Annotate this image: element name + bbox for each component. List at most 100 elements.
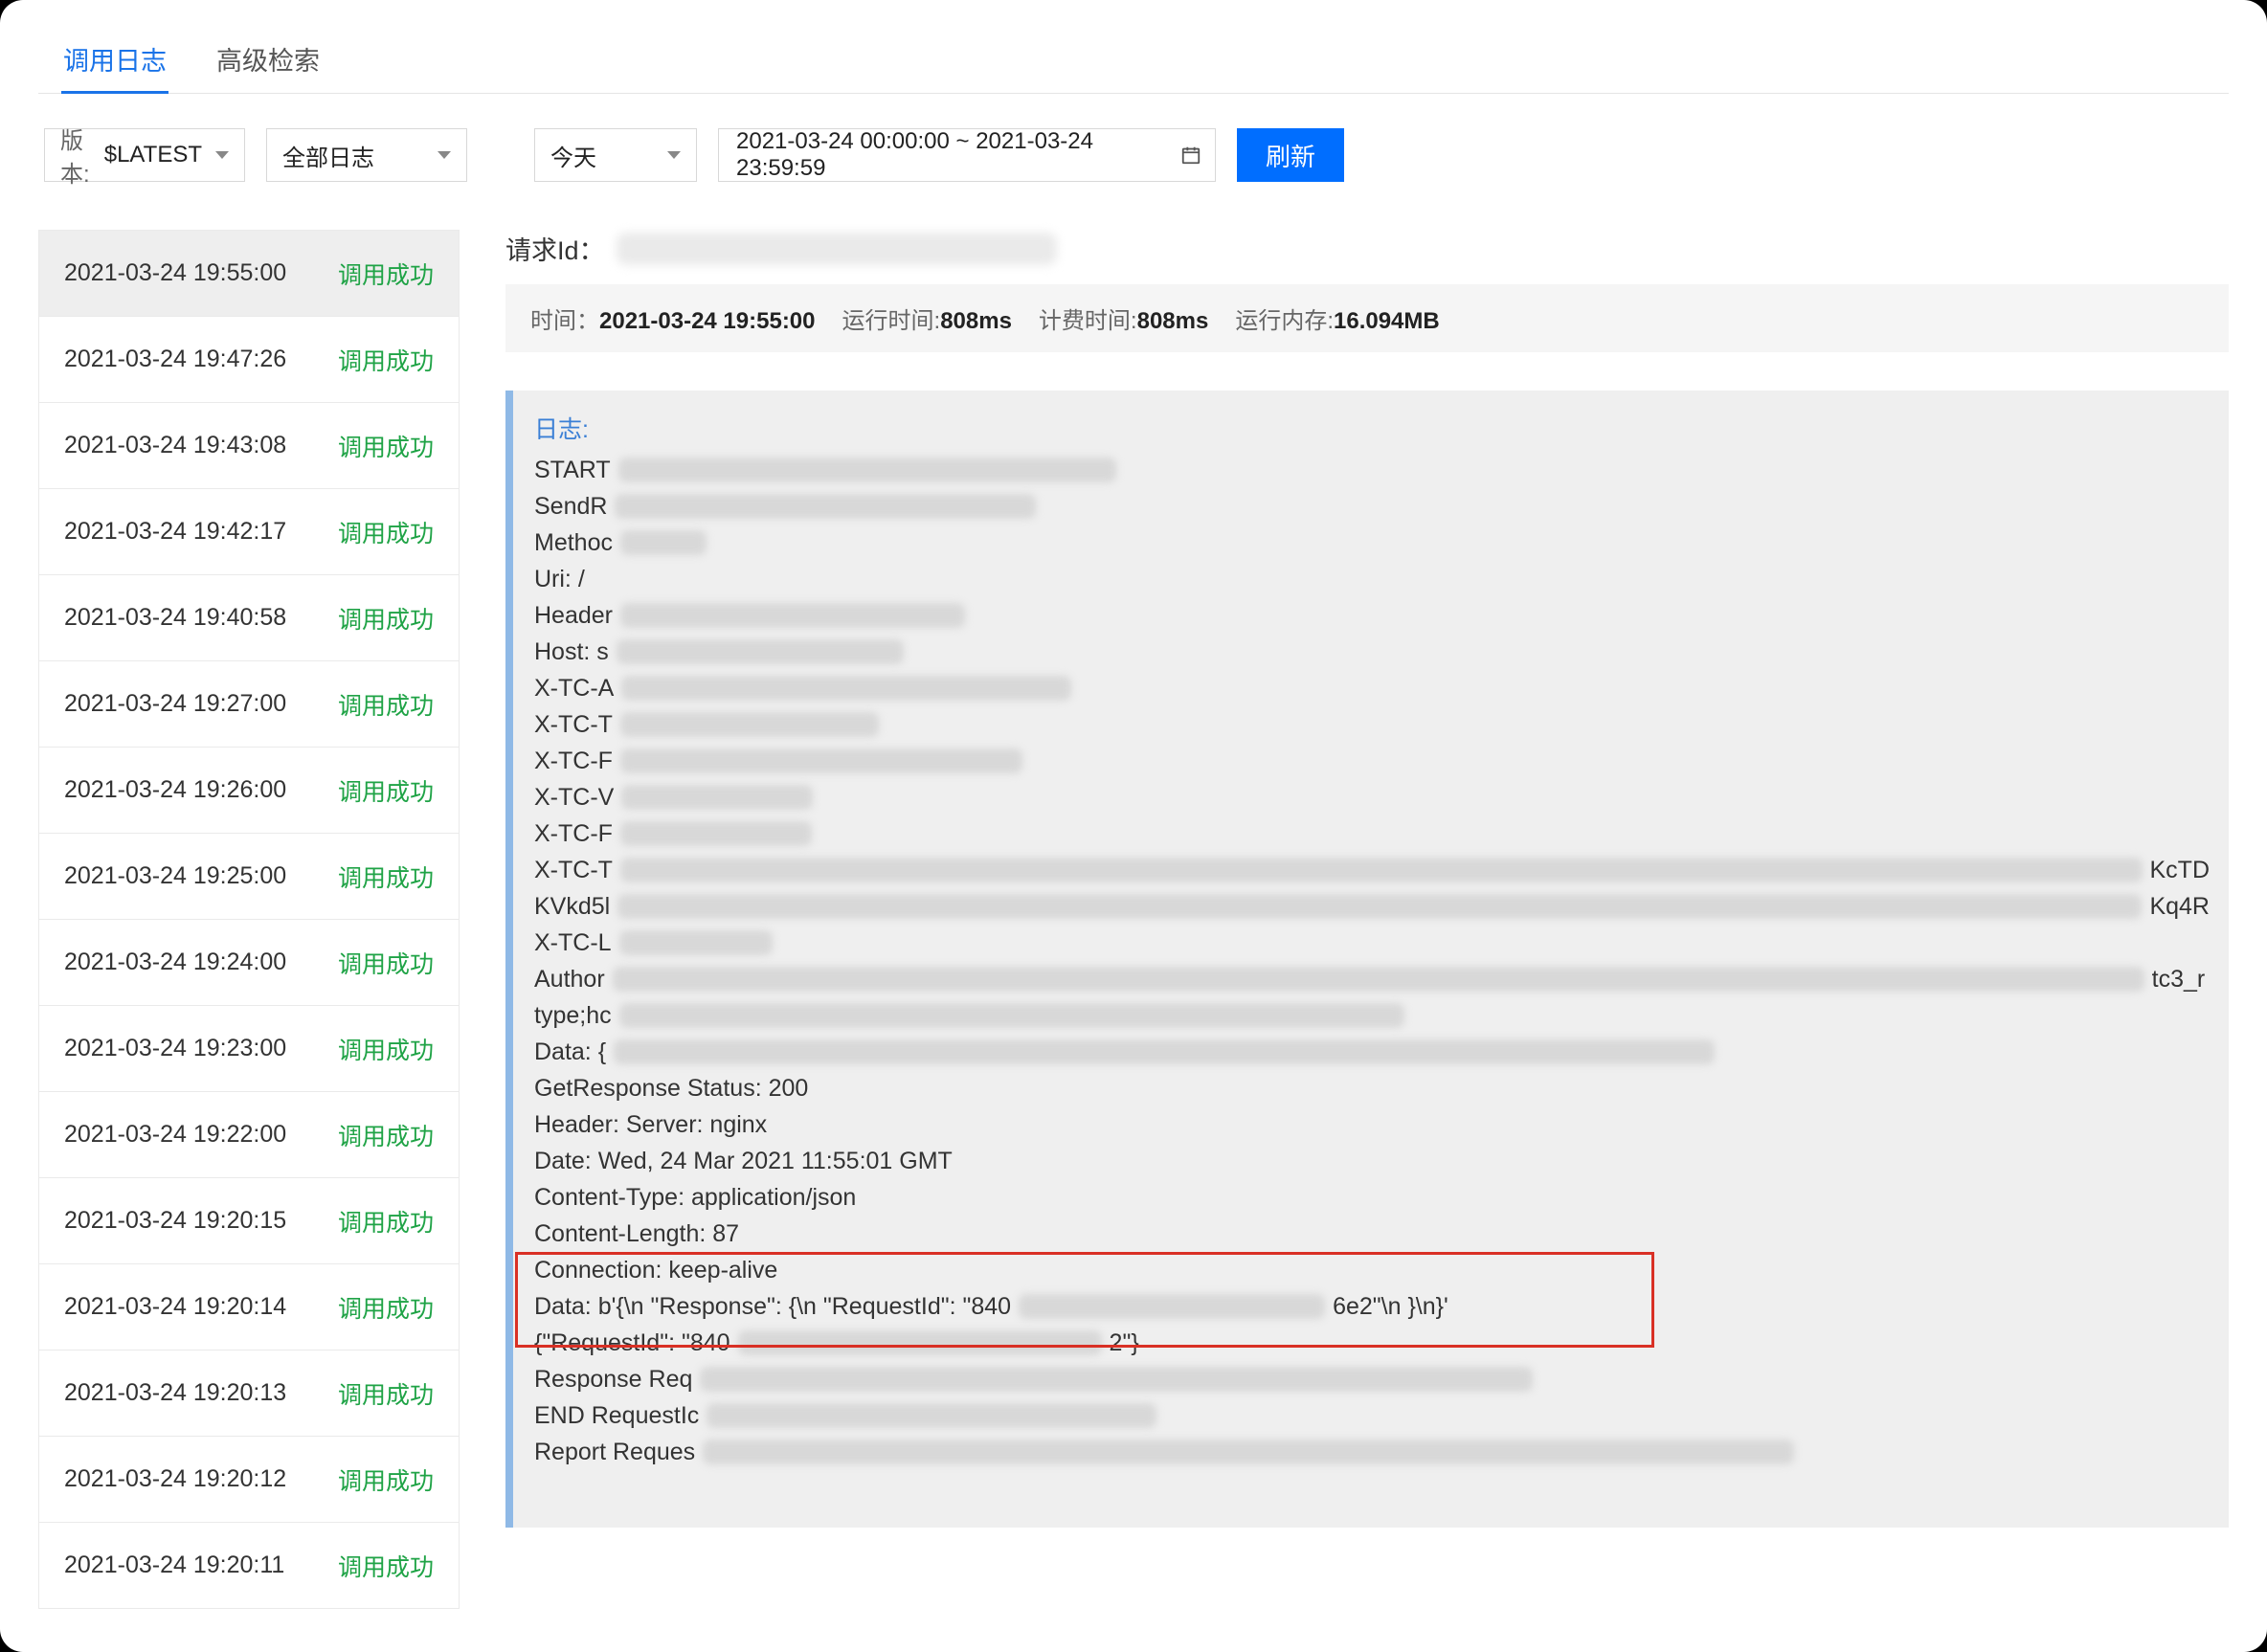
log-item-timestamp: 2021-03-24 19:20:15: [64, 1207, 286, 1235]
log-item-status: 调用成功: [338, 429, 434, 463]
refresh-button[interactable]: 刷新: [1237, 128, 1344, 182]
log-item[interactable]: 2021-03-24 19:20:15调用成功: [39, 1177, 459, 1263]
log-item[interactable]: 2021-03-24 19:20:13 调用成功: [39, 1350, 459, 1436]
log-line-text: 6e2"\n }\n}': [1333, 1288, 1448, 1325]
log-item[interactable]: 2021-03-24 19:23:00调用成功: [39, 1005, 459, 1091]
log-line: Date: Wed, 24 Mar 2021 11:55:01 GMT: [534, 1143, 2210, 1179]
log-type-select[interactable]: 全部日志: [266, 128, 467, 182]
log-item-timestamp: 2021-03-24 19:20:13: [64, 1379, 286, 1407]
meta-row: 时间：2021-03-24 19:55:00 运行时间:808ms 计费时间:8…: [505, 284, 2229, 352]
log-item[interactable]: 2021-03-24 19:47:26调用成功: [39, 316, 459, 402]
log-item-timestamp: 2021-03-24 19:43:08: [64, 432, 286, 459]
log-line-text: Response Req: [534, 1361, 692, 1397]
log-item-status: 调用成功: [338, 515, 434, 549]
log-line-text: type;hc: [534, 997, 612, 1034]
detail-panel: 请求Id： 时间：2021-03-24 19:55:00 运行时间:808ms …: [505, 230, 2229, 1528]
log-line-text: Kq4R: [2149, 888, 2210, 925]
redacted-segment: [707, 1403, 1156, 1428]
log-item[interactable]: 2021-03-24 19:26:00调用成功: [39, 747, 459, 833]
tab-advanced-search[interactable]: 高级检索: [214, 34, 322, 93]
redacted-segment: [619, 1003, 1404, 1028]
redacted-segment: [619, 930, 773, 955]
log-item[interactable]: 2021-03-24 19:40:58调用成功: [39, 574, 459, 660]
redacted-segment: [620, 712, 879, 737]
log-line-text: X-TC-T: [534, 706, 613, 743]
log-item[interactable]: 2021-03-24 19:25:00调用成功: [39, 833, 459, 919]
meta-memory: 运行内存:16.094MB: [1235, 301, 1439, 335]
log-line: SendR: [534, 488, 2210, 525]
log-line-text: KVkd5l: [534, 888, 610, 925]
log-line-text: END RequestIc: [534, 1397, 699, 1434]
log-item[interactable]: 2021-03-24 19:20:12调用成功: [39, 1436, 459, 1522]
log-item[interactable]: 2021-03-24 19:20:11调用成功: [39, 1522, 459, 1608]
log-line: X-TC-F: [534, 743, 2210, 779]
log-line-text: X-TC-T: [534, 852, 613, 888]
request-id-label: 请求Id：: [505, 230, 605, 267]
log-line: Author tc3_r: [534, 961, 2210, 997]
log-line-text: Connection: keep-alive: [534, 1252, 777, 1288]
meta-time: 时间：2021-03-24 19:55:00: [530, 301, 816, 335]
redacted-segment: [618, 458, 1116, 482]
redacted-segment: [703, 1440, 1794, 1464]
log-item-status: 调用成功: [338, 1376, 434, 1411]
log-line-text: Author: [534, 961, 605, 997]
log-line-text: Uri: /: [534, 561, 585, 597]
log-item-timestamp: 2021-03-24 19:47:26: [64, 346, 286, 373]
log-item[interactable]: 2021-03-24 19:55:00调用成功: [39, 230, 459, 316]
log-line: X-TC-F: [534, 815, 2210, 852]
log-line-text: Report Reques: [534, 1434, 695, 1470]
redacted-segment: [621, 785, 813, 810]
log-line: Response Req: [534, 1361, 2210, 1397]
log-item-timestamp: 2021-03-24 19:25:00: [64, 862, 286, 890]
log-item-status: 调用成功: [338, 946, 434, 980]
chevron-down-icon: [667, 151, 681, 159]
version-value: $LATEST: [104, 142, 202, 168]
log-type-value: 全部日志: [282, 139, 374, 172]
log-item[interactable]: 2021-03-24 19:43:08 调用成功: [39, 402, 459, 488]
log-line-text: Header: [534, 597, 613, 634]
date-range-input[interactable]: 2021-03-24 00:00:00 ~ 2021-03-24 23:59:5…: [718, 128, 1216, 182]
log-line-text: tc3_r: [2152, 961, 2206, 997]
log-line-text: X-TC-F: [534, 815, 613, 852]
log-line: Header: [534, 597, 2210, 634]
log-line: Content-Length: 87: [534, 1216, 2210, 1252]
meta-billtime: 计费时间:808ms: [1039, 301, 1208, 335]
date-range-value: 2021-03-24 00:00:00 ~ 2021-03-24 23:59:5…: [736, 128, 1167, 182]
log-line: Data: {: [534, 1034, 2210, 1070]
log-item[interactable]: 2021-03-24 19:20:14 调用成功: [39, 1263, 459, 1350]
log-line: X-TC-V: [534, 779, 2210, 815]
log-line: X-TC-L: [534, 925, 2210, 961]
log-item[interactable]: 2021-03-24 19:42:17调用成功: [39, 488, 459, 574]
version-label: 版本:: [60, 122, 91, 189]
log-line-text: Methoc: [534, 525, 613, 561]
request-id-value-redacted: [617, 233, 1057, 265]
log-line: X-TC-T KcTD: [534, 852, 2210, 888]
redacted-segment: [700, 1367, 1533, 1392]
log-item-status: 调用成功: [338, 257, 434, 291]
redacted-segment: [617, 894, 2142, 919]
log-line-text: Header: Server: nginx: [534, 1106, 767, 1143]
log-item[interactable]: 2021-03-24 19:24:00 调用成功: [39, 919, 459, 1005]
log-line: X-TC-T: [534, 706, 2210, 743]
tab-call-logs[interactable]: 调用日志: [61, 34, 168, 93]
log-item-timestamp: 2021-03-24 19:20:14: [64, 1293, 286, 1321]
redacted-segment: [620, 748, 1022, 773]
log-line-text: KcTD: [2150, 852, 2211, 888]
log-item-status: 调用成功: [338, 1032, 434, 1066]
log-line-text: Content-Length: 87: [534, 1216, 739, 1252]
log-item[interactable]: 2021-03-24 19:27:00调用成功: [39, 660, 459, 747]
log-item-status: 调用成功: [338, 1290, 434, 1325]
chevron-down-icon: [215, 151, 229, 159]
log-item-timestamp: 2021-03-24 19:26:00: [64, 776, 286, 804]
log-line-text: {"RequestId": "840: [534, 1325, 730, 1361]
log-item[interactable]: 2021-03-24 19:22:00调用成功: [39, 1091, 459, 1177]
log-item-timestamp: 2021-03-24 19:24:00: [64, 949, 286, 976]
log-title: 日志:: [534, 412, 2210, 448]
log-line: Host: s: [534, 634, 2210, 670]
log-line: Uri: /: [534, 561, 2210, 597]
version-select[interactable]: 版本: $LATEST: [44, 128, 245, 182]
time-range-select[interactable]: 今天: [534, 128, 697, 182]
log-line-text: Date: Wed, 24 Mar 2021 11:55:01 GMT: [534, 1143, 953, 1179]
redacted-segment: [621, 676, 1071, 701]
log-item-timestamp: 2021-03-24 19:22:00: [64, 1121, 286, 1149]
